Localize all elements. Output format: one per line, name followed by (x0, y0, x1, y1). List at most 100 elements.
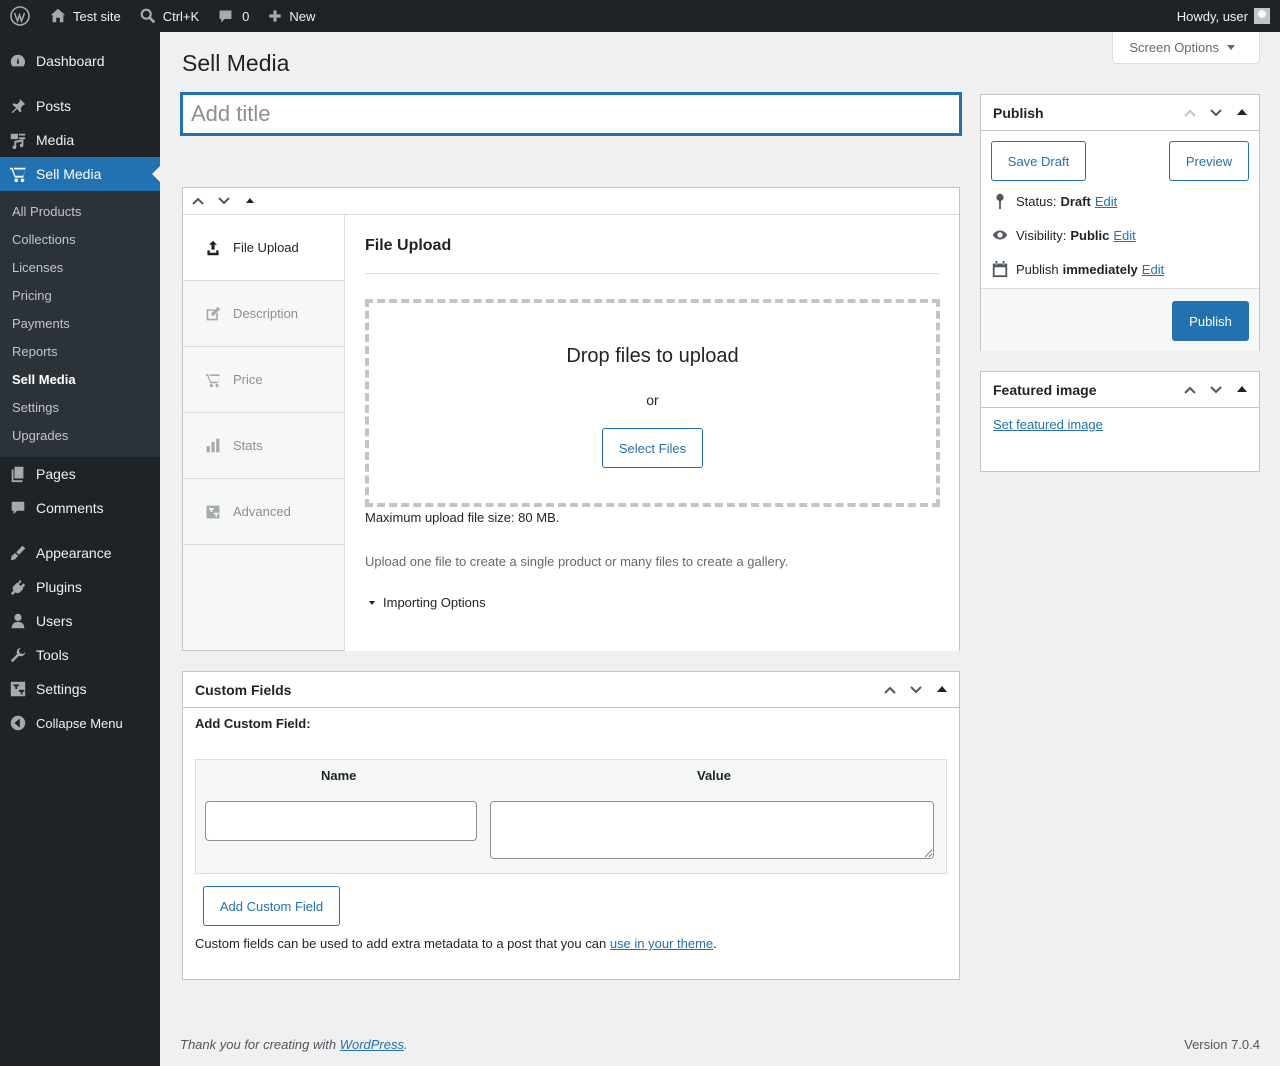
disclosure-triangle-icon (369, 600, 375, 608)
visibility-label: Visibility: (1016, 227, 1067, 243)
move-down-icon[interactable] (211, 194, 237, 208)
home-icon (50, 8, 66, 23)
max-upload-size: Maximum upload file size: 80 MB. (365, 510, 560, 525)
toggle-panel-icon[interactable] (1229, 95, 1255, 131)
move-up-icon[interactable] (1177, 95, 1203, 131)
menu-appearance[interactable]: Appearance (0, 536, 160, 570)
menu-comments[interactable]: Comments (0, 491, 160, 525)
wordpress-link[interactable]: WordPress (340, 1037, 404, 1052)
custom-fields-title: Custom Fields (195, 681, 292, 698)
plugin-icon (8, 577, 28, 597)
admin-bar: Test site Ctrl+K 0 New Howdy, user (0, 0, 1280, 32)
edit-publish-time-link[interactable]: Edit (1142, 262, 1164, 277)
menu-pages[interactable]: Pages (0, 457, 160, 491)
toggle-panel-icon[interactable] (1229, 372, 1255, 408)
post-title-input[interactable] (181, 93, 961, 135)
set-featured-image-link[interactable]: Set featured image (993, 417, 1103, 432)
tab-price[interactable]: Price (183, 347, 344, 413)
drop-or: or (646, 392, 659, 408)
tab-description-label: Description (233, 306, 299, 321)
move-down-icon[interactable] (903, 672, 929, 708)
edit-icon (206, 306, 221, 320)
pin-icon (996, 193, 1004, 210)
menu-users-label: Users (36, 613, 73, 629)
move-up-icon[interactable] (877, 672, 903, 708)
tab-file-upload[interactable]: File Upload (183, 215, 344, 281)
select-files-button[interactable]: Select Files (602, 428, 703, 468)
sell-media-submenu: All Products Collections Licenses Pricin… (0, 191, 160, 457)
menu-media-label: Media (36, 132, 75, 148)
visibility-row: Visibility: Public Edit (991, 226, 1136, 244)
search-icon (140, 8, 155, 24)
featured-image-metabox: Featured image Set featured image (980, 371, 1260, 472)
move-up-icon[interactable] (185, 194, 211, 208)
cart-icon (205, 373, 220, 387)
menu-dashboard[interactable]: Dashboard (0, 44, 160, 78)
comments-link[interactable]: 0 (208, 0, 258, 32)
avatar (1254, 8, 1270, 24)
menu-users[interactable]: Users (0, 604, 160, 638)
custom-field-value-input[interactable] (490, 801, 934, 859)
menu-comments-label: Comments (36, 500, 104, 516)
move-up-icon[interactable] (1177, 372, 1203, 408)
wordpress-logo-icon[interactable] (0, 0, 40, 32)
custom-field-name-input[interactable] (205, 801, 477, 841)
menu-posts[interactable]: Posts (0, 89, 160, 123)
submenu-collections[interactable]: Collections (0, 226, 160, 254)
new-content-link[interactable]: New (258, 0, 324, 32)
submenu-sell-media[interactable]: Sell Media (0, 366, 160, 394)
collapse-menu-button[interactable]: Collapse Menu (0, 706, 160, 740)
menu-sell-media-label: Sell Media (36, 166, 102, 182)
drop-zone[interactable]: Drop files to upload or Select Files (365, 299, 940, 507)
importing-options-toggle[interactable]: Importing Options (365, 595, 486, 610)
tab-advanced[interactable]: Advanced (183, 479, 344, 545)
site-name-link[interactable]: Test site (40, 0, 130, 32)
menu-tools[interactable]: Tools (0, 638, 160, 672)
menu-settings[interactable]: Settings (0, 672, 160, 706)
publish-metabox: Publish Save Draft Preview Status: Draft… (980, 94, 1260, 351)
page-title: Sell Media (182, 50, 290, 76)
submenu-licenses[interactable]: Licenses (0, 254, 160, 282)
command-search[interactable]: Ctrl+K (130, 0, 208, 32)
menu-plugins[interactable]: Plugins (0, 570, 160, 604)
add-custom-field-button[interactable]: Add Custom Field (203, 886, 340, 926)
divider (365, 273, 940, 274)
caret-down-icon (1227, 45, 1235, 54)
my-account[interactable]: Howdy, user (1168, 0, 1280, 32)
tab-description[interactable]: Description (183, 281, 344, 347)
use-in-theme-link[interactable]: use in your theme (610, 936, 713, 951)
value-column-header: Value (697, 768, 731, 783)
menu-sell-media[interactable]: Sell Media (0, 157, 160, 191)
save-draft-button[interactable]: Save Draft (991, 141, 1086, 181)
move-down-icon[interactable] (1203, 372, 1229, 408)
publish-button[interactable]: Publish (1172, 301, 1249, 341)
edit-visibility-link[interactable]: Edit (1113, 228, 1135, 243)
admin-sidebar: Dashboard Posts Media Sell Media All Pro… (0, 32, 160, 1066)
sell-media-metabox: File Upload Description Price Stats Adva… (182, 187, 960, 651)
submenu-pricing[interactable]: Pricing (0, 282, 160, 310)
submenu-settings[interactable]: Settings (0, 394, 160, 422)
comment-icon (219, 10, 232, 22)
submenu-reports[interactable]: Reports (0, 338, 160, 366)
brush-icon (8, 543, 28, 563)
wrench-icon (8, 645, 28, 665)
publish-title: Publish (993, 104, 1044, 121)
tab-price-label: Price (233, 372, 263, 387)
menu-settings-label: Settings (36, 681, 87, 697)
screen-options-button[interactable]: Screen Options (1112, 32, 1260, 64)
edit-status-link[interactable]: Edit (1095, 194, 1117, 209)
thanks-end: . (404, 1037, 408, 1052)
move-down-icon[interactable] (1203, 95, 1229, 131)
toggle-panel-icon[interactable] (929, 672, 955, 708)
publish-actions: Publish (981, 288, 1259, 351)
submenu-upgrades[interactable]: Upgrades (0, 422, 160, 450)
panel-title: File Upload (365, 237, 452, 254)
preview-button[interactable]: Preview (1169, 141, 1249, 181)
tab-file-upload-label: File Upload (233, 240, 299, 255)
submenu-payments[interactable]: Payments (0, 310, 160, 338)
tab-stats[interactable]: Stats (183, 413, 344, 479)
new-label: New (289, 8, 316, 24)
submenu-all-products[interactable]: All Products (0, 198, 160, 226)
toggle-panel-icon[interactable] (237, 198, 263, 203)
menu-media[interactable]: Media (0, 123, 160, 157)
